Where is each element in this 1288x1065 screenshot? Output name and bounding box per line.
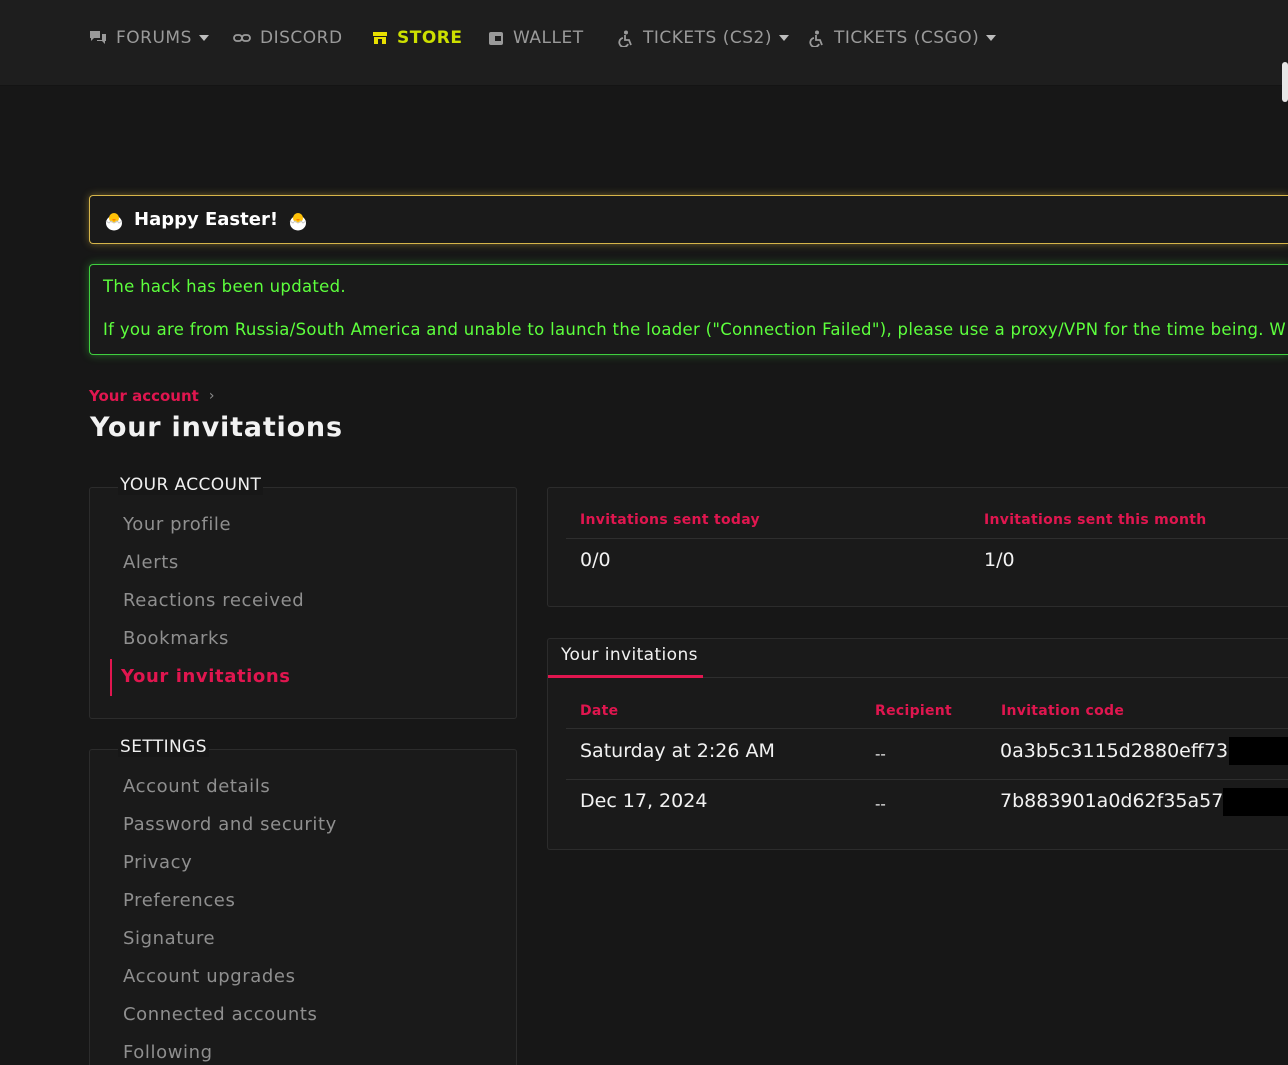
nav-discord-label: DISCORD [260,28,343,48]
easter-text: Happy Easter! [134,209,279,230]
chevron-down-icon [778,35,789,41]
chat-icon [90,31,106,44]
nav-forums-label: FORUMS [116,28,192,48]
redaction-box [1223,788,1288,816]
nav-tickets-csgo[interactable]: TICKETS (CSGO) [808,26,997,50]
divider [566,538,1288,539]
nav-tickets-cs2-label: TICKETS (CS2) [643,28,772,48]
update-notice-line1: The hack has been updated. [103,277,346,296]
sidebar-item-following[interactable]: Following [123,1042,213,1063]
link-icon [233,34,251,42]
sidebar-item-signature[interactable]: Signature [123,928,215,949]
sidebar-item-your-profile[interactable]: Your profile [123,514,231,535]
tab-active-indicator [548,675,703,678]
update-notice-line2: If you are from Russia/South America and… [103,320,1286,339]
easter-notice: Happy Easter! [89,195,1288,244]
column-header-date: Date [580,703,619,719]
sidebar-item-account-upgrades[interactable]: Account upgrades [123,966,296,987]
stat-month-label: Invitations sent this month [984,512,1207,528]
redaction-box [1229,737,1288,765]
chevron-down-icon [198,35,209,41]
row2-date: Dec 17, 2024 [580,790,708,812]
column-header-invitation-code: Invitation code [1001,703,1125,719]
nav-tickets-csgo-label: TICKETS (CSGO) [834,28,980,48]
nav-store[interactable]: STORE [372,26,463,50]
accessibility-icon [618,30,632,47]
divider [566,728,1288,729]
invitation-stats-panel [547,487,1288,607]
store-icon [373,32,387,44]
nav-wallet[interactable]: WALLET [488,26,584,50]
sidebar-item-bookmarks[interactable]: Bookmarks [123,628,229,649]
row1-recipient: -- [875,745,886,763]
stat-month-value: 1/0 [984,549,1015,571]
nav-discord[interactable]: DISCORD [233,26,343,50]
update-notice: The hack has been updated. If you are fr… [89,264,1288,355]
sidebar-item-account-details[interactable]: Account details [123,776,270,797]
row1-date: Saturday at 2:26 AM [580,740,775,762]
sidebar-item-preferences[interactable]: Preferences [123,890,235,911]
nav-store-label: STORE [397,28,463,48]
sidebar-item-your-invitations[interactable]: Your invitations [121,666,291,687]
sidebar-selected-indicator [110,659,112,696]
stat-today-label: Invitations sent today [580,512,760,528]
row2-code: 7b883901a0d62f35a5735 [1000,790,1248,812]
column-header-recipient: Recipient [875,703,953,719]
scrollbar-thumb[interactable] [1282,62,1288,102]
top-navigation: FORUMS DISCORD STORE WALLET TICKETS (CS2… [0,0,1288,86]
tab-your-invitations[interactable]: Your invitations [561,645,698,665]
hatching-chick-icon [289,212,307,230]
sidebar-item-alerts[interactable]: Alerts [123,552,179,573]
divider [566,779,1288,780]
sidebar-item-password-security[interactable]: Password and security [123,814,337,835]
hatching-chick-icon [105,212,123,230]
nav-forums[interactable]: FORUMS [89,26,209,50]
breadcrumb: Your account › [89,386,214,406]
nav-wallet-label: WALLET [513,28,584,48]
breadcrumb-your-account[interactable]: Your account [89,387,199,405]
accessibility-icon [809,30,823,47]
sidebar-item-connected-accounts[interactable]: Connected accounts [123,1004,318,1025]
chevron-right-icon: › [208,388,215,404]
page-title: Your invitations [90,412,343,443]
wallet-icon [489,31,503,45]
sidebar-settings-heading: SETTINGS [118,737,209,757]
row1-code: 0a3b5c3115d2880eff73417 [1000,740,1265,762]
stat-today-value: 0/0 [580,549,611,571]
sidebar-item-reactions-received[interactable]: Reactions received [123,590,304,611]
chevron-down-icon [986,35,997,41]
sidebar-item-privacy[interactable]: Privacy [123,852,192,873]
nav-tickets-cs2[interactable]: TICKETS (CS2) [617,26,789,50]
sidebar-account-heading: YOUR ACCOUNT [118,475,264,495]
row2-recipient: -- [875,795,886,813]
